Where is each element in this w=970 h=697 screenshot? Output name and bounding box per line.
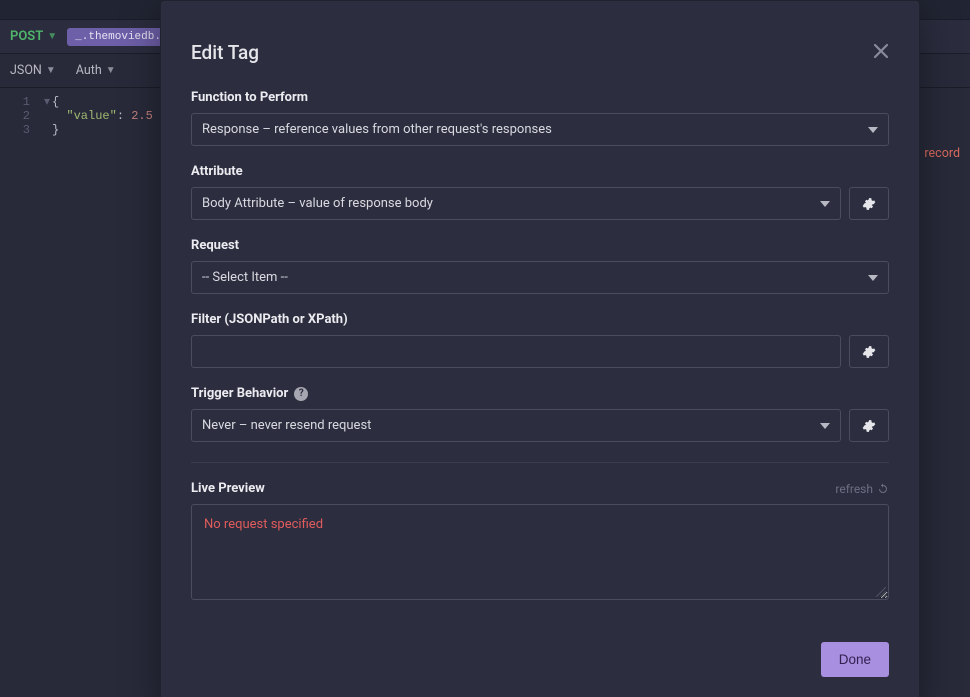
http-method-dropdown[interactable]: POST ▼ [10,29,57,44]
trigger-settings-button[interactable] [849,409,889,442]
preview-box: No request specified [191,504,889,600]
refresh-button[interactable]: refresh [835,482,889,496]
edit-tag-modal: Edit Tag Function to Perform Response – … [160,0,920,697]
modal-title: Edit Tag [191,41,889,64]
tab-body-json[interactable]: JSON ▼ [10,63,56,78]
request-label: Request [191,238,889,253]
tab-auth[interactable]: Auth ▼ [76,63,116,78]
attribute-select[interactable]: Body Attribute – value of response body [191,187,841,220]
preview-label: Live Preview [191,481,265,496]
trigger-select[interactable]: Never – never resend request [191,409,841,442]
filter-label: Filter (JSONPath or XPath) [191,312,889,327]
chevron-down-icon: ▼ [46,65,56,76]
done-button[interactable]: Done [821,642,889,677]
filter-settings-button[interactable] [849,335,889,368]
function-select[interactable]: Response – reference values from other r… [191,113,889,146]
section-divider [191,462,889,463]
attribute-label: Attribute [191,164,889,179]
chevron-down-icon: ▼ [106,65,116,76]
gear-icon [862,419,876,433]
trigger-label: Trigger Behavior ? [191,386,889,401]
http-method-label: POST [10,29,43,44]
preview-error-text: No request specified [204,517,323,532]
request-select[interactable]: -- Select Item -- [191,261,889,294]
help-icon[interactable]: ? [294,387,308,401]
resize-handle-icon[interactable] [876,587,886,597]
close-button[interactable] [873,43,889,59]
gear-icon [862,345,876,359]
gear-icon [862,197,876,211]
close-icon [873,43,889,59]
filter-input[interactable] [191,335,841,368]
chevron-down-icon: ▼ [47,31,57,42]
function-label: Function to Perform [191,90,889,105]
refresh-icon [877,483,889,495]
attribute-settings-button[interactable] [849,187,889,220]
right-hint-text: record [924,146,960,161]
